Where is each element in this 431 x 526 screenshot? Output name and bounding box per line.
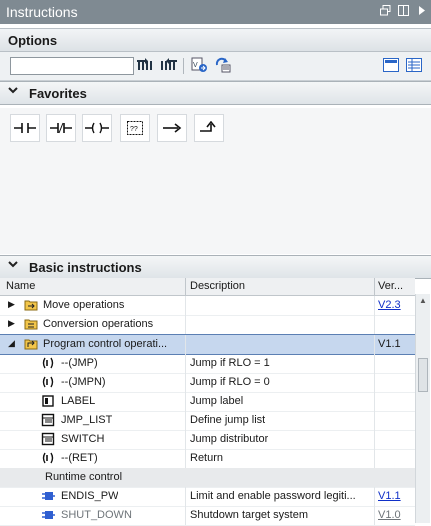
search-next-icon[interactable] bbox=[137, 57, 155, 73]
normally-closed-contact-icon[interactable] bbox=[46, 114, 76, 142]
basic-instructions-title: Basic instructions bbox=[29, 260, 142, 275]
chevron-down-icon[interactable] bbox=[7, 258, 19, 273]
row-description: Jump label bbox=[190, 395, 244, 407]
collapse-pane-icon[interactable] bbox=[415, 3, 427, 17]
row-description: Jump if RLO = 1 bbox=[190, 357, 270, 369]
list-view-icon[interactable] bbox=[405, 57, 423, 73]
column-divider[interactable] bbox=[374, 278, 375, 295]
row-name: --(JMPN) bbox=[61, 376, 106, 388]
toolbar-separator bbox=[183, 58, 184, 74]
row-description: Define jump list bbox=[190, 414, 266, 426]
open-branch-icon[interactable] bbox=[157, 114, 187, 142]
options-toolbar: V bbox=[0, 52, 431, 81]
table-row[interactable]: --(JMPN) Jump if RLO = 0 bbox=[0, 373, 415, 393]
group-label: Runtime control bbox=[45, 471, 123, 483]
table-row[interactable]: ENDIS_PW Limit and enable password legit… bbox=[0, 487, 415, 507]
options-title: Options bbox=[8, 33, 58, 48]
instruction-block-icon bbox=[42, 511, 55, 519]
empty-box-icon[interactable]: ?? bbox=[120, 114, 150, 142]
vertical-scrollbar[interactable]: ▲ bbox=[415, 294, 430, 523]
row-version-link[interactable]: V1.0 bbox=[378, 509, 401, 521]
row-description: Limit and enable password legiti... bbox=[190, 490, 356, 502]
row-name: Program control operati... bbox=[43, 338, 168, 350]
table-row[interactable]: ▶ Move operations V2.3 bbox=[0, 296, 415, 316]
chevron-down-icon[interactable] bbox=[7, 84, 19, 99]
table-row[interactable]: SHUT_DOWN Shutdown target system V1.0 bbox=[0, 506, 415, 526]
normally-open-contact-icon[interactable] bbox=[10, 114, 40, 142]
row-name: JMP_LIST bbox=[61, 414, 113, 426]
collapse-arrow-icon[interactable]: ◢ bbox=[8, 338, 15, 349]
table-row[interactable]: --(JMP) Jump if RLO = 1 bbox=[0, 354, 415, 374]
row-version-link[interactable]: V2.3 bbox=[378, 299, 401, 311]
function-box-icon bbox=[41, 432, 55, 446]
coil-icon[interactable] bbox=[82, 114, 112, 142]
instruction-block-icon bbox=[42, 492, 55, 500]
float-window-icon[interactable] bbox=[379, 3, 391, 17]
version-icon[interactable]: V bbox=[191, 57, 209, 73]
window-title: Instructions bbox=[6, 4, 78, 20]
table-header: Name Description Ver... bbox=[0, 278, 415, 296]
table-row[interactable]: JMP_LIST Define jump list bbox=[0, 411, 415, 431]
jump-coil-icon bbox=[42, 357, 54, 369]
column-name[interactable]: Name bbox=[6, 280, 35, 292]
expand-arrow-icon[interactable]: ▶ bbox=[8, 299, 15, 310]
column-description[interactable]: Description bbox=[190, 280, 245, 292]
svg-text:V: V bbox=[193, 62, 198, 69]
row-name: LABEL bbox=[61, 395, 96, 407]
table-row[interactable]: SWITCH Jump distributor bbox=[0, 430, 415, 450]
svg-text:??: ?? bbox=[130, 126, 138, 133]
label-box-icon bbox=[42, 395, 54, 407]
options-header: Options bbox=[0, 28, 431, 52]
window-titlebar: Instructions bbox=[0, 0, 431, 24]
row-name: Move operations bbox=[43, 299, 125, 311]
expand-arrow-icon[interactable]: ▶ bbox=[8, 318, 15, 329]
row-name: --(RET) bbox=[61, 452, 98, 464]
folder-convert-icon bbox=[24, 319, 38, 330]
folder-move-icon bbox=[24, 300, 38, 311]
table-row[interactable]: LABEL Jump label bbox=[0, 392, 415, 412]
favorites-title: Favorites bbox=[29, 86, 87, 101]
basic-instructions-header[interactable]: Basic instructions bbox=[0, 255, 431, 279]
search-input[interactable] bbox=[10, 57, 134, 75]
return-coil-icon bbox=[42, 452, 54, 464]
scrollbar-thumb[interactable] bbox=[418, 358, 428, 392]
table-row-selected[interactable]: ◢ Program control operati... V1.1 bbox=[0, 334, 415, 355]
row-name: ENDIS_PW bbox=[61, 490, 119, 502]
refresh-icon[interactable] bbox=[214, 57, 232, 73]
row-name: --(JMP) bbox=[61, 357, 98, 369]
favorites-panel: ?? bbox=[0, 108, 431, 254]
column-divider[interactable] bbox=[185, 278, 186, 295]
function-box-icon bbox=[41, 413, 55, 427]
folder-program-control-icon bbox=[24, 339, 38, 350]
search-prev-icon[interactable] bbox=[160, 57, 178, 73]
row-description: Return bbox=[190, 452, 224, 464]
table-row[interactable]: ▶ Conversion operations bbox=[0, 315, 415, 335]
row-description: Jump if RLO = 0 bbox=[190, 376, 270, 388]
split-view-icon[interactable] bbox=[397, 3, 409, 17]
table-row[interactable]: --(RET) Return bbox=[0, 449, 415, 469]
scroll-up-icon[interactable]: ▲ bbox=[419, 296, 427, 305]
row-version-link[interactable]: V1.1 bbox=[378, 490, 401, 502]
row-name: SHUT_DOWN bbox=[61, 509, 132, 521]
jump-not-coil-icon bbox=[42, 376, 54, 388]
row-description: Jump distributor bbox=[190, 433, 269, 445]
favorites-header[interactable]: Favorites bbox=[0, 81, 431, 105]
column-version[interactable]: Ver... bbox=[378, 280, 403, 292]
group-row[interactable]: Runtime control bbox=[0, 468, 415, 488]
close-branch-icon[interactable] bbox=[194, 114, 224, 142]
row-name: SWITCH bbox=[61, 433, 105, 445]
row-description: Shutdown target system bbox=[190, 509, 309, 521]
layout-icon[interactable] bbox=[382, 57, 400, 73]
row-version: V1.1 bbox=[378, 338, 401, 350]
row-name: Conversion operations bbox=[43, 318, 154, 330]
